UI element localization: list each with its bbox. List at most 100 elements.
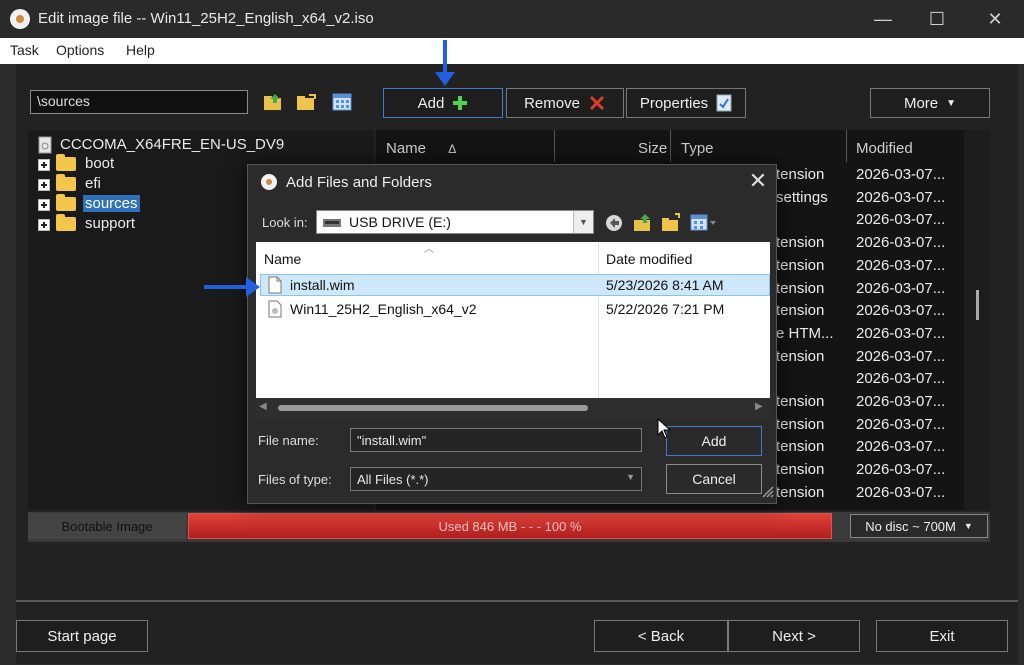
add-button[interactable]: Add [383,88,503,118]
menu-options[interactable]: Options [56,42,104,58]
app-disc-icon [10,9,30,29]
column-header-type[interactable]: Type [681,140,714,157]
column-name-label: Name [386,140,427,157]
tree-item-label: support [85,215,136,232]
folder-icon [56,154,76,171]
caret-down-icon[interactable]: ▼ [573,211,593,233]
annotation-arrow-right-icon [246,277,260,297]
look-in-label: Look in: [262,215,308,230]
column-header-modified[interactable]: Modified [856,140,913,157]
mouse-cursor-icon [657,418,672,439]
listing-modified-cell: 2026-03-07... [856,393,946,410]
file-column-name[interactable]: Name [264,251,301,267]
listing-type-cell: e HTM... [776,324,834,342]
resize-grip-icon[interactable] [760,484,774,498]
start-page-button[interactable]: Start page [16,620,148,652]
listing-type-cell: tension [776,302,825,320]
document-check-icon [716,94,732,112]
listing-modified-cell: 2026-03-07... [856,234,946,252]
listing-type-cell: tension [776,166,825,183]
listing-modified-cell: 2026-03-07... [856,302,946,320]
folder-up-icon[interactable] [262,91,284,113]
listing-modified-cell: 2026-03-07... [856,256,946,274]
look-in-select[interactable]: USB DRIVE (E:) ▼ [316,210,594,234]
new-folder-icon[interactable] [295,91,317,113]
hscroll-thumb[interactable] [278,405,588,411]
dialog-add-button[interactable]: Add [666,426,762,456]
scroll-right-icon[interactable]: ▶ [755,401,763,412]
file-type-value: All Files (*.*) [357,472,429,487]
column-separator[interactable] [846,130,847,162]
dialog-app-icon [261,174,277,190]
more-button[interactable]: More ▼ [870,88,990,118]
file-type-label: Files of type: [258,472,332,487]
column-header-name[interactable]: Name Δ [386,140,456,157]
folder-up-icon[interactable] [632,212,654,234]
listing-modified-cell: 2026-03-07... [856,279,946,297]
listing-modified-cell: 2026-03-07... [856,188,946,206]
expand-icon[interactable] [38,159,50,171]
menu-task[interactable]: Task [10,42,39,58]
disc-size-value: No disc ~ 700M [865,518,956,534]
back-navigate-icon[interactable] [604,213,624,233]
listing-type-cell: tension [776,279,825,297]
listing-modified-cell: 2026-03-07... [856,324,946,342]
file-column-date[interactable]: Date modified [606,251,692,267]
dialog-cancel-button[interactable]: Cancel [666,464,762,494]
file-name-input[interactable]: "install.wim" [350,428,642,452]
listing-scrollbar[interactable] [964,130,990,510]
column-separator[interactable] [670,130,671,162]
caret-down-icon: ▼ [626,472,635,482]
listing-modified-cell: 2026-03-07... [856,415,946,433]
view-menu-icon[interactable] [690,212,718,234]
scroll-left-icon[interactable]: ◀ [259,401,267,412]
close-button[interactable]: ✕ [972,4,1018,34]
file-icon [268,276,282,294]
annotation-arrow-down-icon [435,72,455,86]
tree-root-label: CCCOMA_X64FRE_EN-US_DV9 [60,136,285,153]
remove-button[interactable]: Remove [506,88,624,118]
bootable-image-label[interactable]: Bootable Image [28,513,186,539]
dialog-close-button[interactable]: ✕ [746,168,770,194]
listing-modified-cell: 2026-03-07... [856,166,946,183]
add-button-label: Add [417,94,445,112]
file-type-select[interactable]: All Files (*.*) ▼ [350,467,642,491]
listing-modified-cell: 2026-03-07... [856,211,946,229]
view-toggle-icon[interactable] [331,91,353,113]
minimize-button[interactable]: — [860,4,906,34]
file-date: 5/22/2026 7:21 PM [606,301,725,317]
listing-type-cell: tension [776,483,825,501]
back-button[interactable]: < Back [594,620,728,652]
listing-modified-cell: 2026-03-07... [856,438,946,456]
caret-down-icon: ▼ [963,521,973,531]
properties-button[interactable]: Properties [626,88,746,118]
annotation-arrow-shaft [204,285,250,289]
disc-size-select[interactable]: No disc ~ 700M ▼ [850,514,988,538]
usage-bar: Used 846 MB - - - 100 % [188,513,832,539]
maximize-button[interactable]: ☐ [914,4,960,34]
exit-button[interactable]: Exit [876,620,1008,652]
listing-scroll-thumb[interactable] [976,290,979,320]
listing-type-cell: tension [776,415,825,433]
column-header-size[interactable]: Size [638,140,667,157]
menu-help[interactable]: Help [126,42,155,58]
expand-icon[interactable] [38,199,50,211]
folder-icon [56,174,76,191]
column-separator[interactable] [598,242,599,398]
expand-icon[interactable] [38,179,50,191]
file-name-label: File name: [258,433,319,448]
tree-item-label: sources [83,195,140,212]
listing-modified-cell: 2026-03-07... [856,461,946,479]
folder-icon [56,214,76,231]
tree-root[interactable]: CCCOMA_X64FRE_EN-US_DV9 [28,135,374,155]
sort-caret-icon: ︿ [424,244,434,255]
path-field[interactable]: \sources [30,90,248,114]
look-in-value: USB DRIVE (E:) [349,214,451,230]
listing-type-cell: tension [776,256,825,274]
new-folder-icon[interactable] [660,212,682,234]
next-button[interactable]: Next > [728,620,860,652]
plus-icon [453,96,468,110]
column-separator[interactable] [554,130,555,162]
listing-type-cell: tension [776,234,825,252]
expand-icon[interactable] [38,219,50,231]
